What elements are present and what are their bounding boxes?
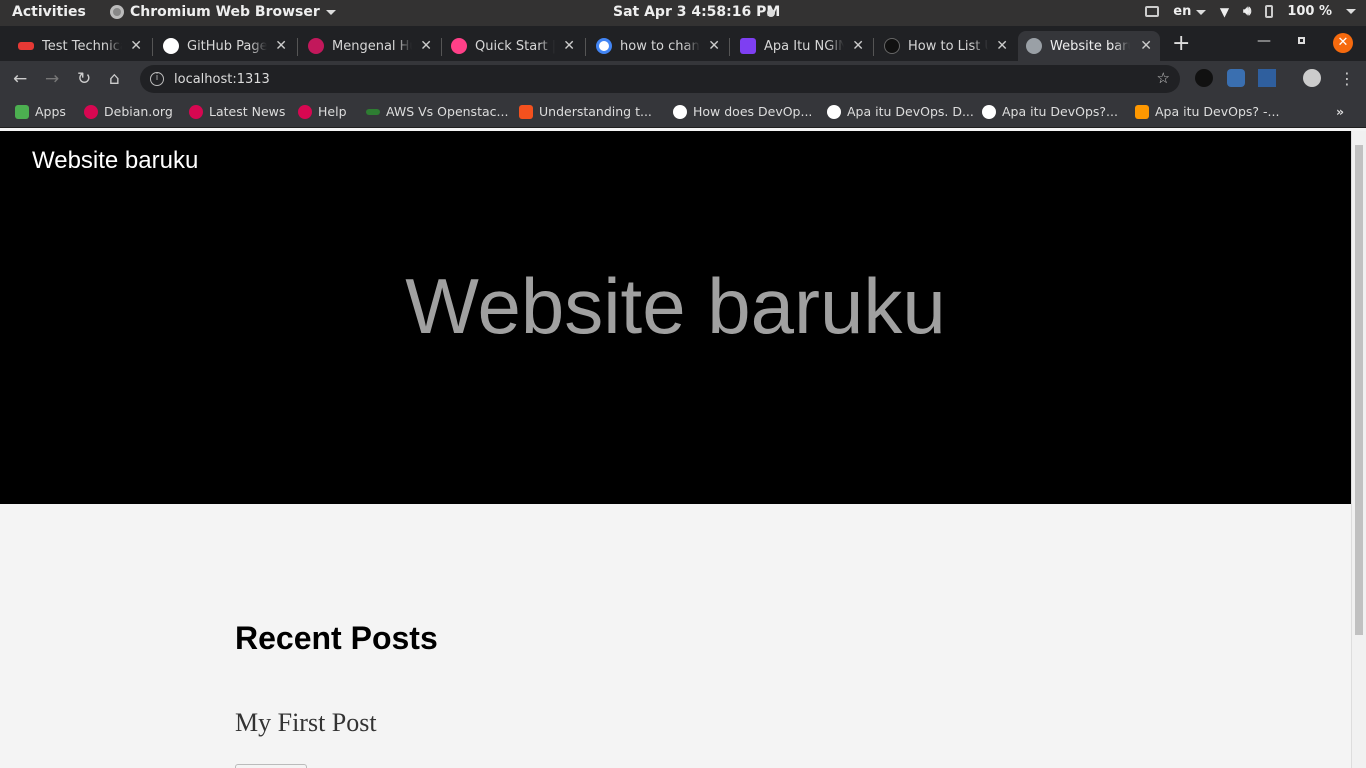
bookmark-item[interactable]: Latest News: [189, 104, 285, 119]
menu-icon[interactable]: ⋮: [1339, 69, 1355, 88]
extension-icon[interactable]: [1258, 69, 1276, 87]
bookmark-item[interactable]: Understanding t...: [519, 104, 652, 119]
bookmark-item[interactable]: Debian.org: [84, 104, 173, 119]
tab-0[interactable]: Test Technical✕: [10, 31, 150, 61]
extension-icon[interactable]: [1195, 69, 1213, 87]
tab-active[interactable]: Website baruku✕: [1018, 31, 1160, 61]
info-icon[interactable]: i: [150, 72, 164, 86]
read-more-button[interactable]: [235, 764, 307, 768]
reload-button[interactable]: ↻: [77, 69, 91, 89]
close-icon[interactable]: ✕: [275, 38, 287, 54]
close-window-button[interactable]: ✕: [1333, 33, 1353, 53]
minimize-button[interactable]: —: [1257, 33, 1271, 49]
bookmark-item[interactable]: How does DevOp...: [673, 104, 812, 119]
scrollbar-thumb[interactable]: [1355, 145, 1363, 635]
volume-icon: 🔊︎: [1243, 4, 1252, 19]
tab-4[interactable]: how to change✕: [588, 31, 728, 61]
new-tab-button[interactable]: +: [1172, 31, 1190, 56]
bookmark-item[interactable]: Apa itu DevOps. D...: [827, 104, 974, 119]
battery-icon: [1265, 5, 1274, 18]
bookmark-item[interactable]: Help: [298, 104, 347, 119]
section-heading: Recent Posts: [235, 620, 438, 656]
screen-share-icon[interactable]: [1145, 6, 1160, 17]
tab-3[interactable]: Quick Start | Hugo✕: [443, 31, 583, 61]
bookmark-item[interactable]: AWS Vs Openstac...: [366, 104, 508, 119]
chevron-down-icon[interactable]: [1346, 9, 1356, 14]
chevron-down-icon: [325, 9, 336, 15]
globe-icon: [1026, 38, 1042, 54]
maximize-button[interactable]: [1298, 37, 1305, 44]
tab-favicon-icon: [740, 38, 756, 54]
close-icon[interactable]: ✕: [130, 38, 142, 54]
back-button[interactable]: ←: [13, 69, 27, 89]
site-name-link[interactable]: Website baruku: [32, 147, 198, 175]
hugo-icon: [451, 38, 467, 54]
bookmark-favicon-icon: [1135, 104, 1149, 119]
tab-1[interactable]: GitHub Pages ✕: [155, 31, 295, 61]
app-name: Chromium Web Browser: [130, 4, 320, 20]
bookmark-apps[interactable]: Apps: [15, 104, 66, 119]
close-icon[interactable]: ✕: [852, 38, 864, 54]
tab-2[interactable]: Mengenal Hugo✕: [300, 31, 440, 61]
close-icon[interactable]: ✕: [420, 38, 432, 54]
system-top-bar: Activities Chromium Web Browser Sat Apr …: [0, 0, 1366, 26]
bookmark-favicon-icon: [519, 104, 533, 119]
notification-dot-icon: [767, 9, 775, 17]
bookmark-favicon-icon: [982, 104, 996, 119]
browser-toolbar: ← → ↻ ⌂ i localhost:1313 ☆: [0, 61, 1366, 97]
close-icon[interactable]: ✕: [708, 38, 720, 54]
page-viewport: Website baruku Website baruku Recent Pos…: [0, 131, 1351, 768]
tab-favicon-icon: [308, 38, 324, 54]
bookmarks-bar: Apps Debian.org Latest News Help AWS Vs …: [0, 97, 1366, 128]
github-icon: [163, 38, 179, 54]
wifi-icon: ▼: [1219, 4, 1230, 19]
bookmark-item[interactable]: Apa itu DevOps? -...: [1135, 104, 1279, 119]
debian-icon: [189, 104, 203, 119]
bookmark-star-icon[interactable]: ☆: [1157, 69, 1170, 87]
post-title-link[interactable]: My First Post: [235, 708, 377, 738]
forward-button[interactable]: →: [45, 69, 59, 89]
debian-icon: [298, 104, 312, 119]
hero-title: Website baruku: [405, 262, 946, 350]
tab-5[interactable]: Apa Itu NGINX✕: [732, 31, 872, 61]
battery-level: 100 %: [1287, 4, 1332, 19]
google-icon: [596, 38, 612, 54]
hero-banner: Website baruku Website baruku: [0, 131, 1351, 504]
tab-strip: Test Technical✕ GitHub Pages✕ Mengenal H…: [0, 26, 1366, 61]
more-bookmarks-icon[interactable]: »: [1336, 104, 1344, 119]
medium-icon: [827, 104, 841, 119]
close-icon[interactable]: ✕: [563, 38, 575, 54]
apps-grid-icon: [15, 104, 29, 119]
clock[interactable]: Sat Apr 3 4:58:16 PM: [613, 4, 780, 20]
debian-icon: [84, 104, 98, 119]
close-icon[interactable]: ✕: [1140, 38, 1152, 54]
chromium-icon: [110, 5, 124, 19]
system-tray[interactable]: en ▼ 🔊︎ 100 %: [1145, 4, 1356, 19]
url-text: localhost:1313: [174, 71, 270, 87]
activities-button[interactable]: Activities: [12, 4, 86, 20]
profile-avatar-icon[interactable]: [1303, 69, 1321, 87]
home-button[interactable]: ⌂: [109, 69, 120, 89]
page-scrollbar[interactable]: [1351, 131, 1366, 768]
tab-favicon-icon: [884, 38, 900, 54]
link-icon: [366, 108, 380, 115]
address-bar[interactable]: i localhost:1313 ☆: [140, 65, 1180, 93]
tab-6[interactable]: How to List Users✕: [876, 31, 1016, 61]
bookmark-item[interactable]: Apa itu DevOps?...: [982, 104, 1118, 119]
close-icon[interactable]: ✕: [996, 38, 1008, 54]
language-indicator[interactable]: en: [1173, 4, 1206, 19]
extension-icon[interactable]: [1227, 69, 1245, 87]
app-menu[interactable]: Chromium Web Browser: [110, 4, 336, 20]
medium-icon: [673, 104, 687, 119]
tab-favicon-icon: [18, 42, 34, 50]
